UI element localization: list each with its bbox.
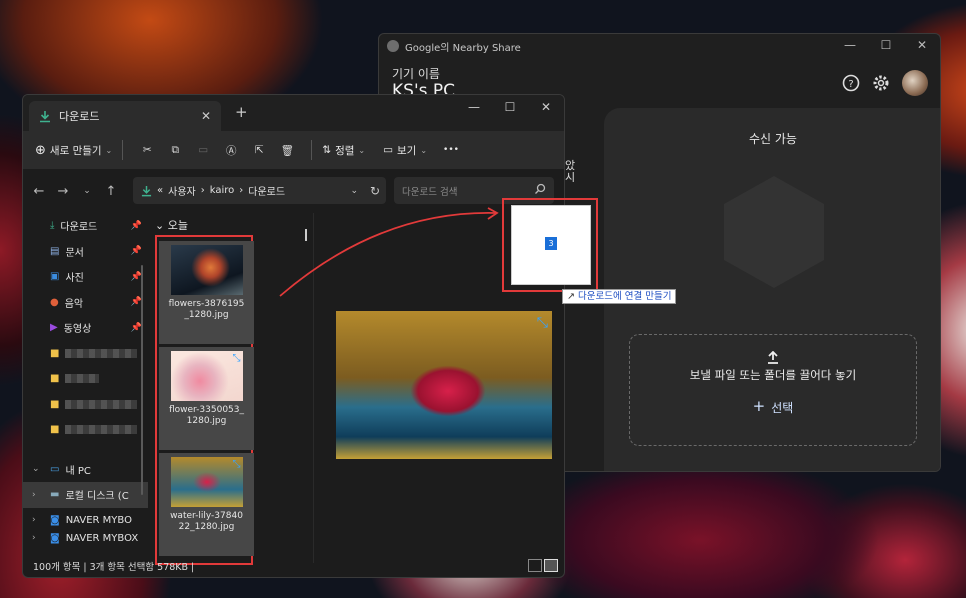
drag-count-badge: 3 — [545, 237, 557, 250]
drag-tooltip: ↗ 다운로드에 연결 만들기 — [562, 289, 677, 304]
drag-arrow-icon — [279, 207, 499, 297]
shortcut-arrow-icon: ↗ — [567, 291, 575, 302]
